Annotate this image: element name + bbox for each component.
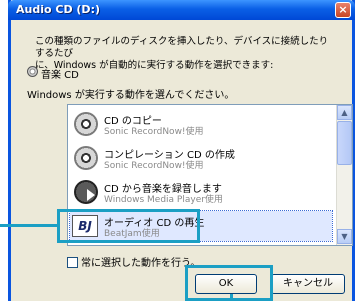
action-subtitle: BeatJam使用 (104, 229, 160, 239)
list-item[interactable]: CD のコピー Sonic RecordNow!使用 (70, 109, 332, 139)
intro-text: この種類のファイルのディスクを挿入したり、デバイスに接続したりするたび に、Wi… (35, 36, 329, 71)
media-player-icon (74, 180, 98, 204)
callout-line-bottom (230, 294, 233, 301)
beatjam-icon: BJ (72, 215, 98, 237)
action-subtitle: Windows Media Player使用 (104, 195, 223, 205)
scroll-up-button[interactable]: ▲ (337, 105, 352, 120)
autoplay-dialog: Audio CD (D:) × この種類のファイルのディスクを挿入したり、デバイ… (8, 0, 355, 301)
action-subtitle: Sonic RecordNow!使用 (104, 161, 204, 171)
list-item[interactable]: コンピレーション CD の作成 Sonic RecordNow!使用 (70, 143, 332, 173)
scroll-down-button[interactable]: ▼ (337, 229, 352, 244)
callout-line-left (0, 224, 57, 227)
action-prompt: Windows が実行する動作を選んでください。 (27, 90, 235, 101)
action-list[interactable]: CD のコピー Sonic RecordNow!使用 コンピレーション CD の… (67, 104, 353, 246)
always-do-label: 常に選択した動作を行う。 (81, 258, 201, 269)
music-cd-icon (27, 66, 38, 77)
action-subtitle: Sonic RecordNow!使用 (104, 127, 204, 137)
cd-icon (74, 112, 98, 136)
cd-icon (74, 146, 98, 170)
close-button[interactable]: × (335, 2, 351, 18)
content-type-label: 音楽 CD (41, 70, 79, 81)
list-item[interactable]: CD から音楽を録音します Windows Media Player使用 (70, 177, 332, 207)
vertical-scrollbar[interactable]: ▲ ▼ (336, 105, 352, 245)
scroll-thumb[interactable] (337, 121, 352, 165)
always-do-checkbox[interactable]: 常に選択した動作を行う。 (67, 254, 200, 269)
ok-button[interactable]: OK (195, 274, 257, 294)
title-bar[interactable]: Audio CD (D:) × (8, 0, 355, 20)
cancel-button[interactable]: キャンセル (271, 274, 345, 294)
checkbox-box[interactable] (67, 257, 78, 268)
window-title: Audio CD (D:) (16, 3, 100, 16)
list-item-selected[interactable]: BJ オーディオ CD の再生 BeatJam使用 (69, 210, 333, 242)
